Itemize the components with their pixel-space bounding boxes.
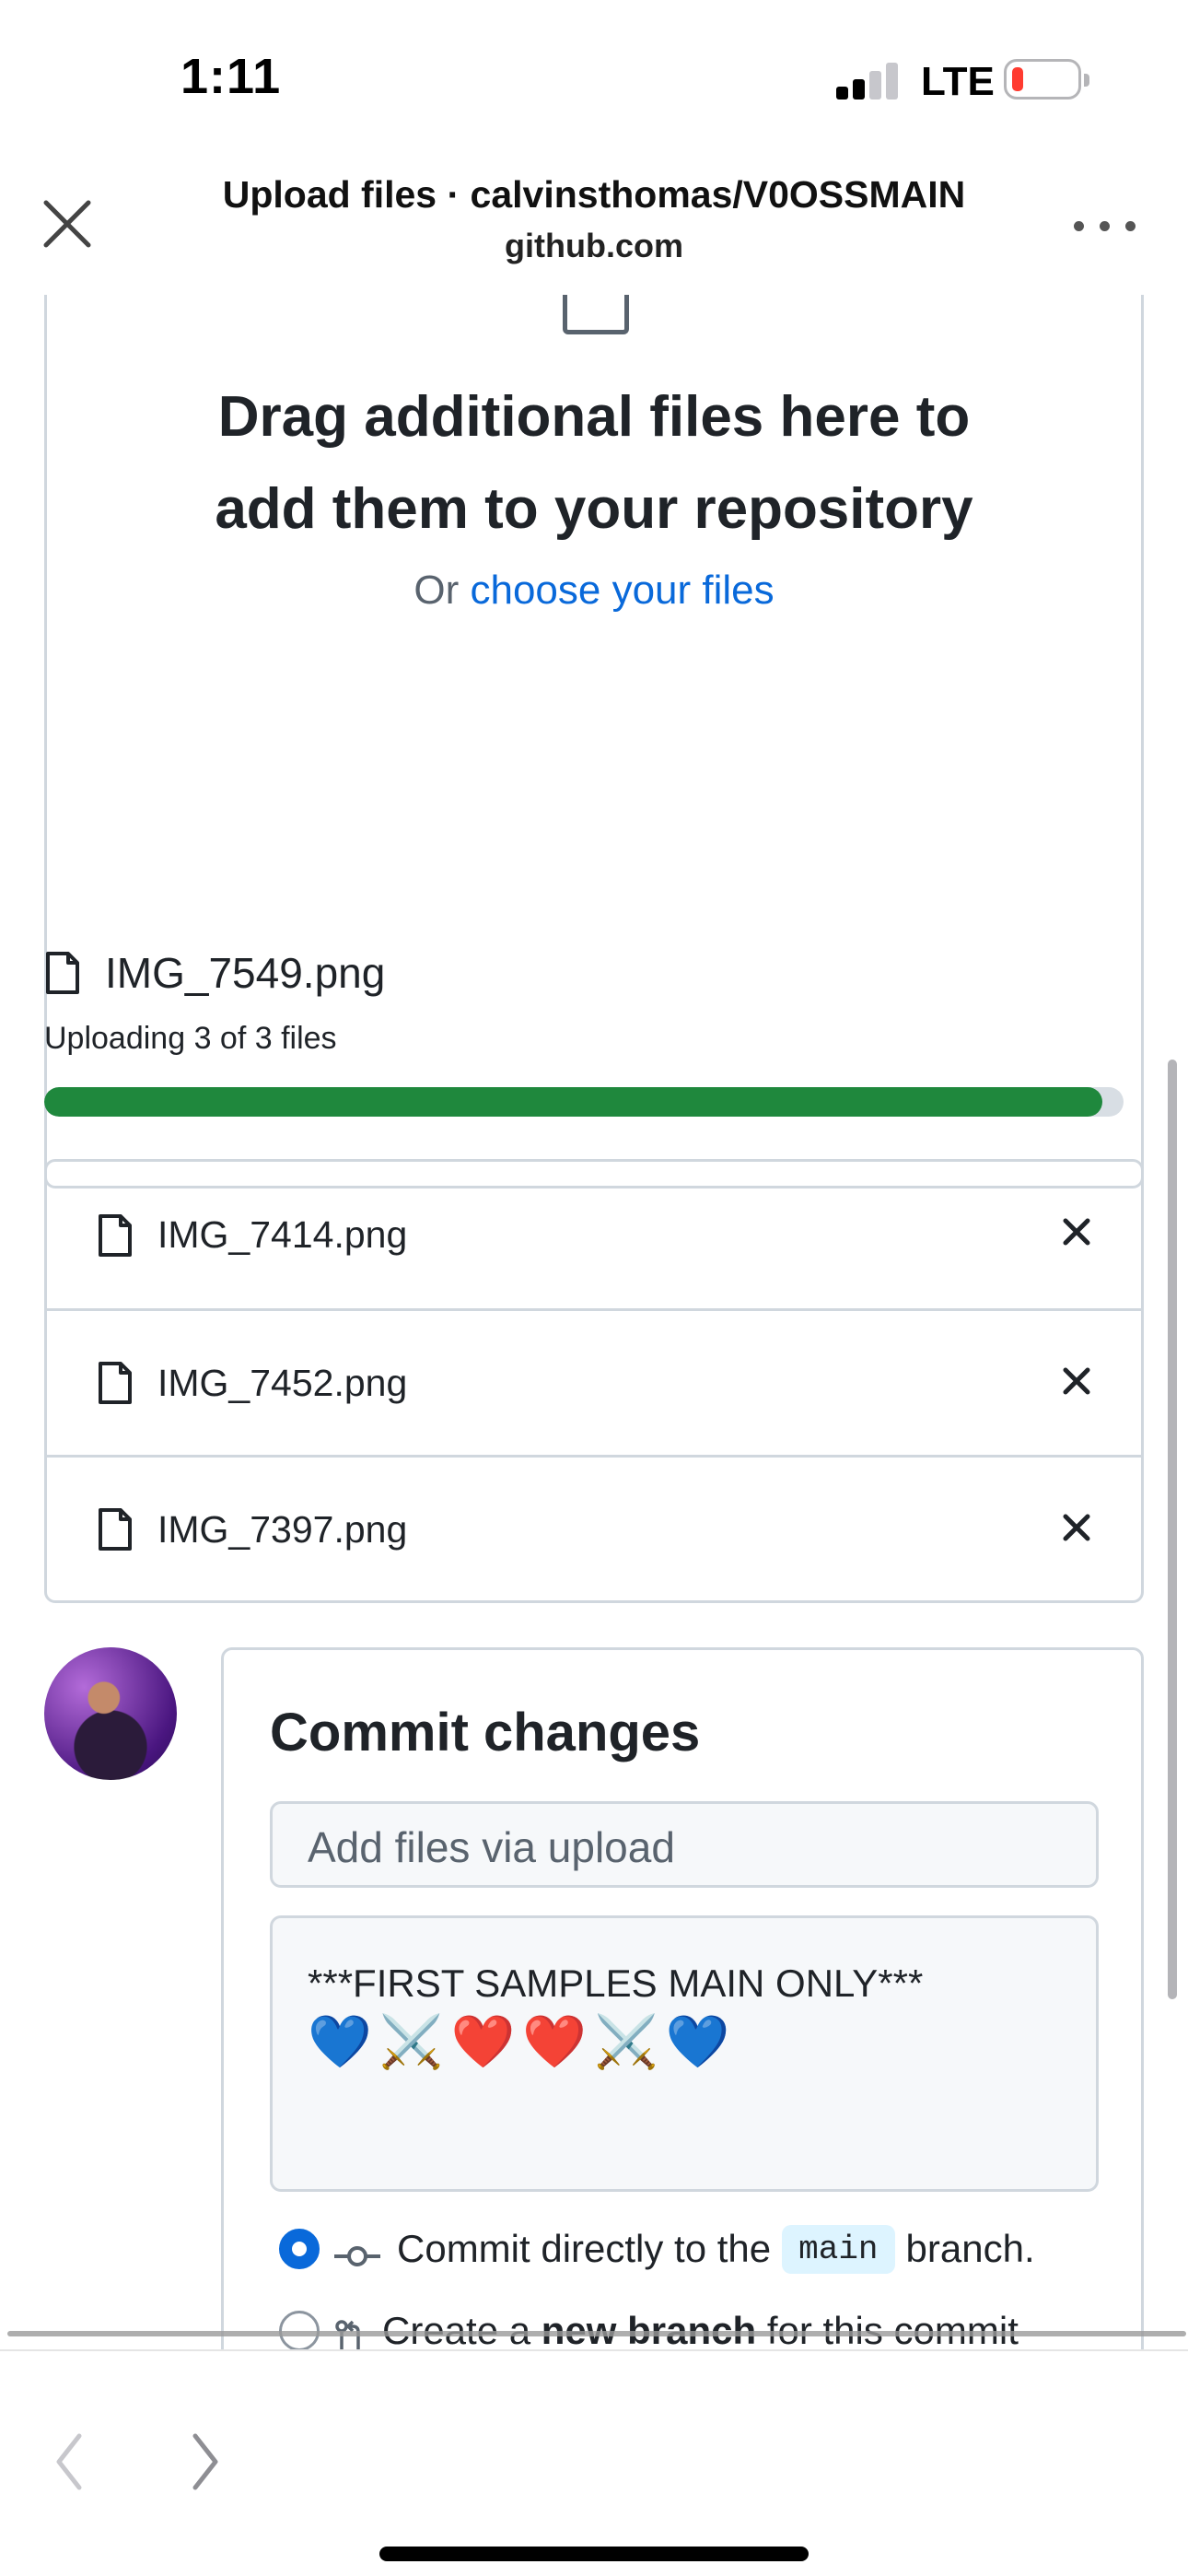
commit-new-branch-option[interactable]: Create a new branch for this commit bbox=[279, 2299, 1019, 2349]
scrollbar[interactable] bbox=[1168, 1060, 1177, 1999]
home-indicator[interactable] bbox=[379, 2547, 809, 2561]
radio-new-branch[interactable] bbox=[279, 2311, 320, 2349]
status-bar: 1:11 LTE bbox=[0, 0, 1188, 157]
chevron-right-icon[interactable] bbox=[177, 2425, 232, 2499]
commit-direct-suffix: branch. bbox=[905, 2227, 1035, 2270]
file-icon bbox=[44, 950, 81, 996]
commit-changes-box: Commit changes Add files via upload ***F… bbox=[221, 1647, 1144, 2349]
commit-description-text: ***FIRST SAMPLES MAIN ONLY*** bbox=[308, 1961, 924, 2005]
dropzone-heading: Drag additional files here to add them t… bbox=[47, 371, 1141, 556]
file-row: IMG_7397.png bbox=[47, 1455, 1141, 1601]
avatar[interactable] bbox=[44, 1647, 177, 1780]
upload-status: Uploading 3 of 3 files bbox=[44, 1021, 337, 1056]
battery-icon bbox=[1004, 59, 1089, 100]
file-upload-icon bbox=[563, 295, 629, 334]
red-heart-icon: ❤️ bbox=[522, 2012, 587, 2070]
network-label: LTE bbox=[921, 59, 995, 104]
file-name: IMG_7397.png bbox=[157, 1507, 408, 1551]
choose-files-link[interactable]: choose your files bbox=[470, 568, 774, 613]
upload-progress-fill bbox=[44, 1087, 1102, 1117]
file-icon bbox=[97, 1506, 134, 1552]
file-name: IMG_7414.png bbox=[157, 1213, 408, 1256]
file-icon bbox=[97, 1360, 134, 1406]
new-branch-bold: new branch bbox=[541, 2309, 757, 2349]
close-icon[interactable] bbox=[37, 193, 98, 254]
uploading-file-name: IMG_7549.png bbox=[105, 949, 386, 997]
commit-title: Commit changes bbox=[270, 1703, 701, 1762]
crossed-swords-icon: ⚔️ bbox=[379, 2012, 444, 2070]
git-commit-icon bbox=[334, 2235, 380, 2266]
dropzone-choose: Or choose your files bbox=[47, 568, 1141, 614]
dropzone-heading-line2: add them to your repository bbox=[215, 477, 973, 541]
red-heart-icon: ❤️ bbox=[450, 2012, 516, 2070]
remove-file-icon[interactable] bbox=[1058, 1213, 1095, 1250]
file-list: IMG_7414.png IMG_7452.png IMG_7397.png bbox=[44, 1159, 1144, 1603]
commit-description-emoji: 💙 ⚔️ ❤️ ❤️ ⚔️ 💙 bbox=[308, 2012, 1061, 2071]
uploading-file: IMG_7549.png bbox=[44, 945, 385, 1001]
browser-header: Upload files · calvinsthomas/V0OSSMAIN g… bbox=[0, 157, 1188, 295]
page-title: Upload files · calvinsthomas/V0OSSMAIN bbox=[222, 173, 966, 216]
branch-name: main bbox=[782, 2224, 895, 2274]
dropzone-or-text: Or bbox=[413, 568, 471, 613]
file-icon bbox=[97, 1212, 134, 1259]
commit-direct-label: Commit directly to the bbox=[397, 2227, 772, 2270]
file-row: IMG_7452.png bbox=[47, 1308, 1141, 1455]
status-time: 1:11 bbox=[181, 49, 282, 104]
new-branch-prefix: Create a bbox=[382, 2309, 531, 2349]
file-name: IMG_7452.png bbox=[157, 1361, 408, 1404]
blue-heart-icon: 💙 bbox=[308, 2012, 372, 2070]
blue-heart-icon: 💙 bbox=[665, 2012, 730, 2070]
file-row: IMG_7414.png bbox=[47, 1162, 1141, 1308]
commit-summary-input[interactable]: Add files via upload bbox=[270, 1801, 1099, 1888]
remove-file-icon[interactable] bbox=[1058, 1363, 1095, 1399]
page-content[interactable]: Drag additional files here to add them t… bbox=[0, 295, 1188, 2349]
radio-commit-direct[interactable] bbox=[279, 2229, 320, 2269]
remove-file-icon[interactable] bbox=[1058, 1509, 1095, 1546]
chevron-left-icon[interactable] bbox=[42, 2425, 98, 2499]
browser-toolbar bbox=[0, 2349, 1188, 2576]
page-domain: github.com bbox=[505, 227, 683, 264]
upload-progress-bar bbox=[44, 1087, 1124, 1117]
more-horizontal-icon[interactable] bbox=[1068, 212, 1142, 240]
crossed-swords-icon: ⚔️ bbox=[593, 2012, 658, 2070]
dropzone-heading-line1: Drag additional files here to bbox=[217, 385, 971, 449]
new-branch-suffix: for this commit bbox=[766, 2309, 1019, 2349]
commit-description-textarea[interactable]: ***FIRST SAMPLES MAIN ONLY*** 💙 ⚔️ ❤️ ❤️… bbox=[270, 1915, 1099, 2192]
commit-direct-option[interactable]: Commit directly to the main branch. bbox=[279, 2217, 1035, 2281]
page-load-progress bbox=[7, 2331, 1186, 2336]
signal-icon bbox=[836, 61, 901, 100]
